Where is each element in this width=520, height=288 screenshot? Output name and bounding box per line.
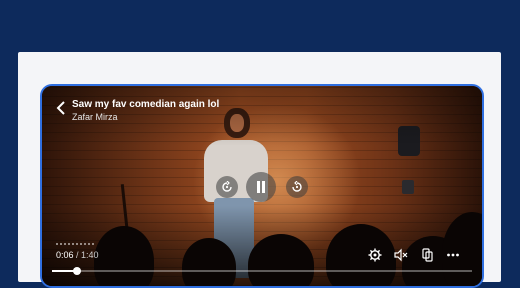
cast-icon[interactable] (420, 248, 434, 262)
current-time: 0:06 (56, 250, 74, 260)
gear-icon[interactable] (368, 248, 382, 262)
more-icon[interactable] (446, 248, 460, 262)
time-display: 0:06 / 1:40 (56, 250, 99, 260)
forward-button[interactable] (286, 176, 308, 198)
pause-icon (255, 180, 267, 194)
video-title: Saw my fav comedian again lol (72, 99, 220, 110)
duration: / 1:40 (76, 250, 99, 260)
mute-icon[interactable] (394, 248, 408, 262)
audience-silhouettes (42, 206, 482, 286)
video-author: Zafar Mirza (72, 112, 118, 122)
back-icon[interactable] (56, 101, 66, 115)
video-player[interactable]: Saw my fav comedian again lol Zafar Mirz… (40, 84, 484, 288)
forward-icon (291, 181, 303, 193)
rewind-button[interactable] (216, 176, 238, 198)
replay-icon (221, 181, 233, 193)
play-pause-button[interactable] (246, 172, 276, 202)
